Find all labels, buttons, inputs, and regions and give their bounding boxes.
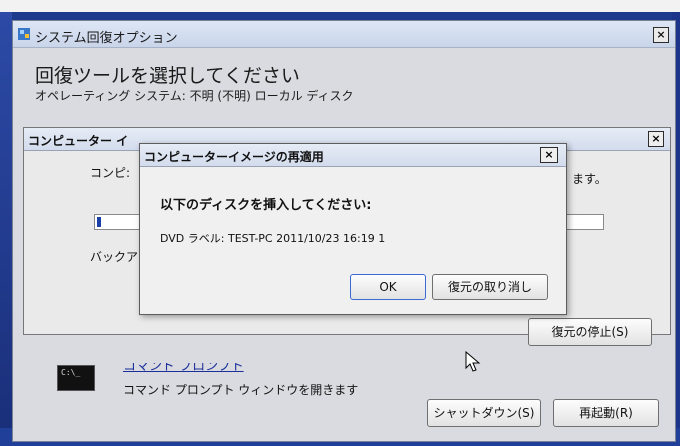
progress-dialog-text: コンピ: [90,166,131,180]
command-prompt-icon[interactable]: C:\_ [57,365,95,391]
restore-progress-fill [97,217,101,227]
backup-label: バックア [90,250,139,264]
desktop-edge-left [0,12,12,432]
restart-button[interactable]: 再起動(R) [553,399,659,427]
progress-dialog-text-tail: ます。 [572,172,607,186]
progress-dialog-title: コンピューター イ [28,134,129,148]
mouse-pointer-icon [465,351,481,372]
shutdown-button[interactable]: シャットダウン(S) [427,399,541,427]
ok-button[interactable]: OK [350,274,426,300]
system-recovery-icon [18,28,30,40]
dvd-label-text: DVD ラベル: TEST-PC 2011/10/23 16:19 1 [160,232,386,245]
system-recovery-window: システム回復オプション × 回復ツールを選択してください オペレーティング シス… [12,20,676,442]
monitor-bezel-top [0,0,680,12]
cancel-restore-button[interactable]: 復元の取り消し [432,274,548,300]
insert-disk-title: コンピューターイメージの再適用 [144,150,324,164]
command-prompt-link[interactable]: コマンド プロンプト [123,363,244,374]
insert-disk-titlebar: コンピューターイメージの再適用 × [140,144,566,167]
command-prompt-description: コマンド プロンプト ウィンドウを開きます [123,383,359,397]
insert-disk-dialog: コンピューターイメージの再適用 × 以下のディスクを挿入してください: DVD … [139,143,567,315]
window-title: システム回復オプション [35,31,178,46]
os-info: オペレーティング システム: 不明 (不明) ローカル ディスク [35,89,354,103]
insert-disk-close-button[interactable]: × [540,147,558,163]
window-close-button[interactable]: × [653,27,669,43]
page-heading: 回復ツールを選択してください [35,65,300,87]
stop-restore-button[interactable]: 復元の停止(S) [528,318,652,346]
progress-dialog-close-button[interactable]: × [648,131,664,147]
window-titlebar: システム回復オプション × [13,21,675,48]
insert-disk-prompt: 以下のディスクを挿入してください: [160,198,372,213]
